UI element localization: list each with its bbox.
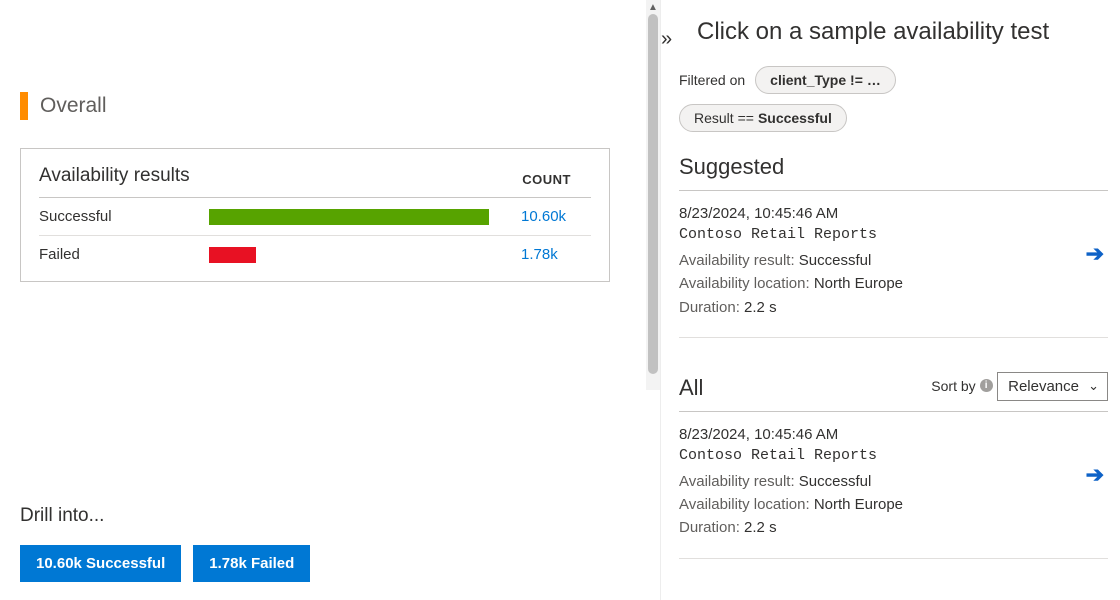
panel-title: Click on a sample availability test [697,18,1108,46]
sample-name: Contoso Retail Reports [679,447,1108,464]
results-title: Availability results [39,165,190,187]
chevron-down-icon: ⌄ [1088,378,1099,394]
prop-value: 2.2 s [744,299,777,316]
prop-value: 2.2 s [744,519,777,536]
bar-successful [209,209,489,225]
filters-row-2: Result == Successful [679,104,1108,132]
filter-op: Result == [694,110,754,126]
sample-result: Availability result: Successful [679,470,1108,493]
drill-successful-button[interactable]: 10.60k Successful [20,545,181,582]
sample-timestamp: 8/23/2024, 10:45:46 AM [679,426,1108,443]
drill-title: Drill into... [20,505,640,527]
sort-select[interactable]: Relevance ⌄ [997,372,1108,401]
bar-area [209,209,513,225]
sort-selected-value: Relevance [1008,378,1079,395]
result-row-failed[interactable]: Failed 1.78k [39,236,591,273]
collapse-panel-icon[interactable]: » [661,28,672,51]
info-icon[interactable]: i [980,379,993,392]
sort-by-text: Sort by [931,378,975,394]
prop-label: Availability result: [679,252,795,269]
prop-label: Duration: [679,299,740,316]
suggested-header: Suggested [679,154,1108,191]
right-pane: » Click on a sample availability test Fi… [660,0,1120,600]
result-row-successful[interactable]: Successful 10.60k [39,198,591,236]
sample-location: Availability location: North Europe [679,272,1108,295]
sample-timestamp: 8/23/2024, 10:45:46 AM [679,205,1108,222]
sample-result: Availability result: Successful [679,249,1108,272]
open-sample-arrow-icon[interactable]: ➔ [1086,462,1104,488]
section-accent-bar [20,92,28,120]
filter-pill-client-type[interactable]: client_Type != … [755,66,896,94]
left-pane: ▲ Overall Availability results COUNT Suc… [0,0,660,600]
prop-label: Availability location: [679,275,810,292]
left-scrollbar[interactable]: ▲ [646,0,660,390]
drill-buttons: 10.60k Successful 1.78k Failed [20,545,640,582]
result-count[interactable]: 1.78k [521,246,591,263]
sample-location: Availability location: North Europe [679,493,1108,516]
prop-label: Availability location: [679,496,810,513]
results-header-row: Availability results COUNT [39,165,591,198]
sample-item[interactable]: 8/23/2024, 10:45:46 AM Contoso Retail Re… [679,191,1108,338]
filtered-on-label: Filtered on [679,72,745,88]
filters-row: Filtered on client_Type != … [679,66,1108,94]
result-label: Failed [39,246,209,263]
prop-value: Successful [799,252,872,269]
result-label: Successful [39,208,209,225]
prop-value: North Europe [814,275,903,292]
prop-value: North Europe [814,496,903,513]
availability-results-card: Availability results COUNT Successful 10… [20,148,610,282]
bar-area [209,247,513,263]
drill-failed-button[interactable]: 1.78k Failed [193,545,310,582]
prop-value: Successful [799,473,872,490]
drill-section: Drill into... 10.60k Successful 1.78k Fa… [20,465,640,600]
all-header: All [679,375,703,401]
all-header-row: All Sort by i Relevance ⌄ [679,372,1108,412]
sample-duration: Duration: 2.2 s [679,516,1108,539]
filter-op: client_Type != [770,72,863,88]
result-count[interactable]: 10.60k [521,208,591,225]
overall-title: Overall [40,94,107,118]
scroll-up-icon[interactable]: ▲ [646,0,660,14]
scrollbar-thumb[interactable] [648,14,658,374]
bar-failed [209,247,256,263]
sort-block: Sort by i Relevance ⌄ [931,372,1108,401]
overall-header: Overall [20,92,640,120]
filter-val: Successful [758,110,832,126]
filter-val: … [867,72,881,88]
count-column-header: COUNT [522,172,571,187]
prop-label: Availability result: [679,473,795,490]
sort-by-label: Sort by i [931,378,992,394]
sample-name: Contoso Retail Reports [679,226,1108,243]
filter-pill-result[interactable]: Result == Successful [679,104,847,132]
open-sample-arrow-icon[interactable]: ➔ [1086,241,1104,267]
sample-item[interactable]: 8/23/2024, 10:45:46 AM Contoso Retail Re… [679,412,1108,559]
sample-duration: Duration: 2.2 s [679,296,1108,319]
prop-label: Duration: [679,519,740,536]
